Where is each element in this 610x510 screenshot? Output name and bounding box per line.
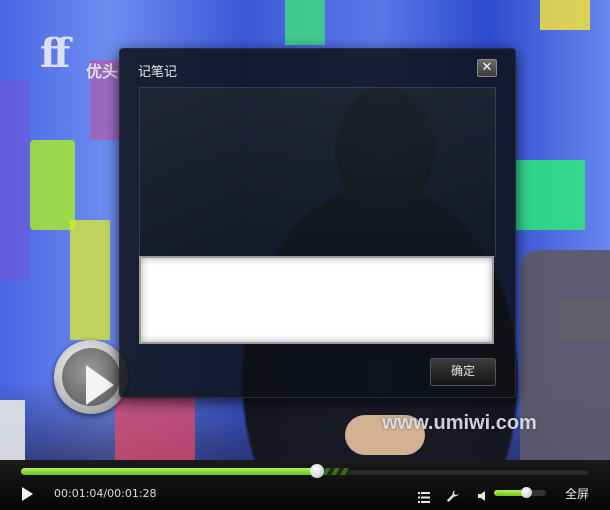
play-button[interactable] <box>22 487 36 501</box>
video-player: ff 优头 www.umiwi.com 记笔记 ✕ 确定 00:01:04/00… <box>0 0 610 510</box>
background-block <box>115 395 195 460</box>
volume-slider[interactable] <box>494 487 546 498</box>
progress-bar[interactable] <box>21 464 589 478</box>
background-block <box>30 140 75 230</box>
volume-icon[interactable] <box>477 487 489 501</box>
big-play-inner <box>62 348 120 406</box>
close-icon[interactable]: ✕ <box>477 59 497 77</box>
dialog-title: 记笔记 <box>138 65 178 80</box>
play-icon <box>86 365 114 405</box>
wrench-icon[interactable] <box>447 487 459 502</box>
play-icon <box>22 487 33 501</box>
note-input[interactable] <box>139 256 494 344</box>
confirm-button[interactable]: 确定 <box>430 358 496 386</box>
volume-thumb[interactable] <box>521 487 533 498</box>
background-block <box>285 0 325 45</box>
current-time: 00:01:04 <box>54 487 104 500</box>
fullscreen-button[interactable]: 全屏 <box>565 485 589 502</box>
background-block <box>540 0 590 30</box>
background-block <box>0 400 25 460</box>
progress-fill <box>21 468 318 475</box>
channel-logo-text: 优头 <box>86 62 119 81</box>
playlist-icon[interactable] <box>418 488 430 503</box>
background-block <box>0 80 30 280</box>
total-time: 00:01:28 <box>107 487 157 500</box>
note-dialog: 记笔记 ✕ 确定 <box>119 48 516 398</box>
site-watermark: www.umiwi.com <box>382 412 537 434</box>
time-display: 00:01:04/00:01:28 <box>54 487 157 500</box>
control-bar: 00:01:04/00:01:28 全屏 <box>0 460 610 510</box>
video-snapshot-preview <box>139 87 496 257</box>
channel-logo: ff <box>40 30 70 77</box>
progress-thumb[interactable] <box>310 464 325 478</box>
background-block <box>70 220 110 340</box>
big-play-button[interactable] <box>54 340 128 414</box>
